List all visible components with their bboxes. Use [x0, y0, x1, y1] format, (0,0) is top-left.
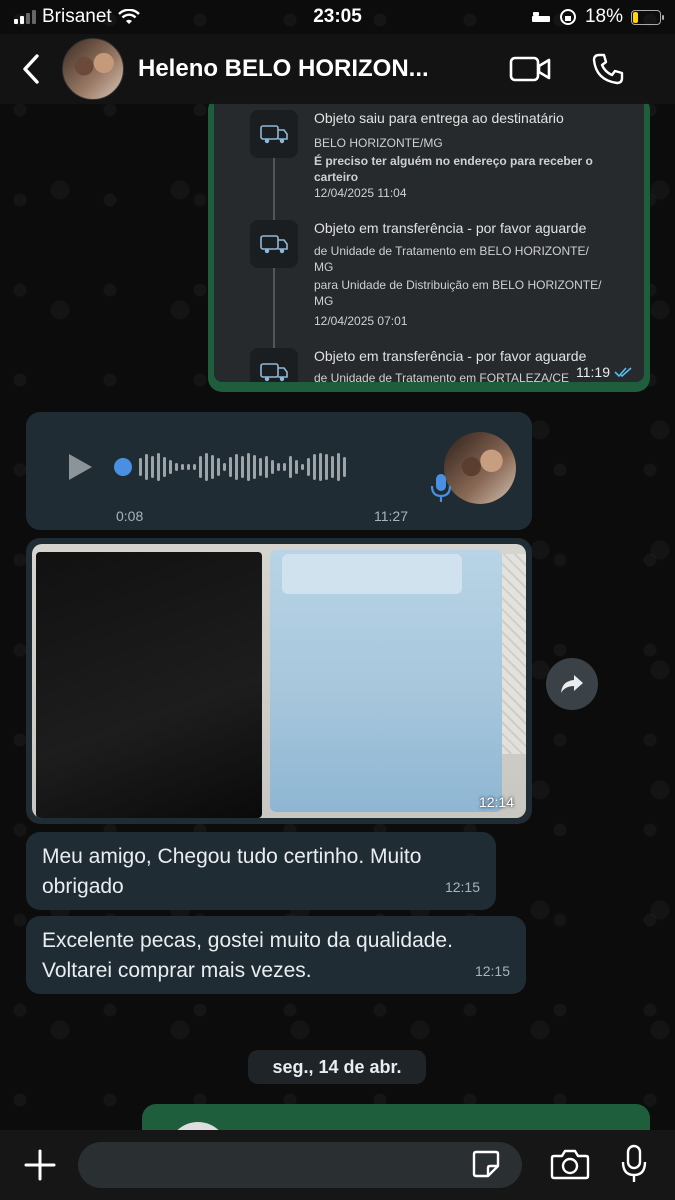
waveform-bar — [247, 453, 250, 481]
incoming-message[interactable]: Meu amigo, Chegou tudo certinho. Muito o… — [26, 832, 496, 910]
waveform-bar — [145, 454, 148, 480]
photo-message-bubble[interactable]: 12:14 — [26, 538, 532, 824]
waveform-bar — [151, 456, 154, 478]
waveform-bar — [169, 460, 172, 474]
waveform-bar — [259, 458, 262, 476]
tracking-message-bubble[interactable]: Objeto saiu para entrega ao destinatário… — [208, 96, 650, 392]
voice-message-bubble[interactable]: 0:08 11:27 — [26, 412, 532, 530]
waveform-bar — [325, 454, 328, 480]
phone-icon[interactable] — [591, 52, 625, 86]
message-time: 12:15 — [444, 879, 480, 895]
message-text: Voltarei comprar mais vezes. — [42, 959, 312, 982]
waveform-bar — [229, 457, 232, 477]
battery-icon — [631, 9, 664, 25]
waveform-bar — [301, 464, 304, 470]
voice-duration: 0:08 — [116, 508, 144, 524]
clock: 23:05 — [313, 6, 362, 27]
forward-button[interactable] — [546, 658, 598, 710]
carrier-name: Brisanet — [42, 6, 112, 27]
attach-button[interactable] — [20, 1145, 60, 1185]
message-time: 11:27 — [374, 508, 408, 524]
sleep-mode-icon — [531, 12, 550, 22]
mic-icon — [430, 474, 452, 502]
voice-waveform[interactable] — [114, 452, 414, 482]
message-time: 12:14 — [478, 794, 514, 810]
waveform-bar — [295, 460, 298, 474]
sender-avatar — [444, 432, 516, 504]
waveform-bar — [265, 456, 268, 478]
contact-name[interactable]: Heleno BELO HORIZON... — [138, 55, 458, 83]
back-icon — [23, 54, 39, 84]
waveform-bar — [271, 460, 274, 474]
waveform-bar — [289, 456, 292, 478]
battery-percent: 18% — [584, 6, 623, 27]
photo-black-shorts — [36, 552, 262, 818]
waveform-bar — [253, 455, 256, 479]
waveform-bar — [211, 455, 214, 479]
incoming-message[interactable]: Excelente pecas, gostei muito da qualida… — [26, 916, 526, 994]
waveform-bar — [223, 463, 226, 471]
waveform-bar — [181, 464, 184, 470]
wifi-icon — [117, 9, 140, 24]
message-text: obrigado — [42, 875, 124, 898]
mic-icon[interactable] — [620, 1144, 648, 1184]
truck-icon — [250, 348, 298, 382]
chat-header: Heleno BELO HORIZON... — [0, 34, 675, 104]
tracking-card: Objeto saiu para entrega ao destinatário… — [214, 96, 644, 382]
signal-icon — [14, 10, 36, 24]
waveform-bar — [337, 453, 340, 481]
rotation-lock-icon — [559, 9, 576, 25]
message-text: Meu amigo, Chegou tudo certinho. Muito — [42, 845, 422, 868]
event-date: 12/04/2025 11:04 — [314, 186, 407, 200]
waveform-bar — [331, 456, 334, 478]
waveform-bar — [157, 453, 160, 481]
waveform-bar — [187, 464, 190, 470]
waveform-bar — [217, 458, 220, 476]
message-input[interactable] — [78, 1142, 522, 1188]
double-check-icon — [614, 367, 632, 378]
truck-icon — [250, 110, 298, 158]
photo-waistband — [282, 554, 462, 594]
waveform-bar — [175, 463, 178, 471]
truck-icon — [250, 220, 298, 268]
waveform-bar — [193, 464, 196, 470]
message-time: 11:19 — [576, 364, 634, 380]
contact-avatar[interactable] — [62, 38, 124, 100]
time-label: 11:19 — [576, 364, 610, 380]
waveform-bar — [241, 456, 244, 478]
camera-icon[interactable] — [550, 1148, 590, 1180]
waveform-bar — [235, 454, 238, 480]
waveform-bar — [307, 458, 310, 476]
event-detail: BELO HORIZONTE/MG — [314, 136, 443, 150]
date-separator: seg., 14 de abr. — [248, 1050, 426, 1084]
status-bar: Brisanet 23:05 18% — [0, 0, 675, 34]
waveform-bar — [319, 453, 322, 481]
event-title: Objeto saiu para entrega ao destinatário — [314, 110, 564, 126]
forward-icon — [561, 675, 583, 693]
waveform-bar — [313, 454, 316, 480]
waveform-bar — [163, 457, 166, 477]
photo-image[interactable]: 12:14 — [32, 544, 526, 818]
message-time: 12:15 — [474, 963, 510, 979]
plus-icon — [24, 1149, 56, 1181]
event-detail: MG — [314, 260, 334, 274]
event-title: Objeto em transferência - por favor agua… — [314, 348, 587, 364]
waveform-bar — [139, 458, 142, 476]
waveform-bar — [277, 463, 280, 471]
play-icon[interactable] — [66, 452, 94, 482]
message-text: Excelente pecas, gostei muito da qualida… — [42, 929, 453, 952]
back-button[interactable] — [0, 34, 62, 104]
sticker-icon[interactable] — [470, 1148, 502, 1180]
playback-scrubber[interactable] — [114, 458, 132, 476]
video-call-icon[interactable] — [509, 55, 551, 83]
event-date: 12/04/2025 07:01 — [314, 314, 408, 328]
waveform-bar — [205, 453, 208, 481]
waveform-bar — [283, 463, 286, 471]
event-detail: MG — [314, 294, 334, 308]
waveform-bar — [343, 457, 346, 477]
event-title: Objeto em transferência - por favor agua… — [314, 220, 587, 236]
waveform-bar — [199, 456, 202, 478]
